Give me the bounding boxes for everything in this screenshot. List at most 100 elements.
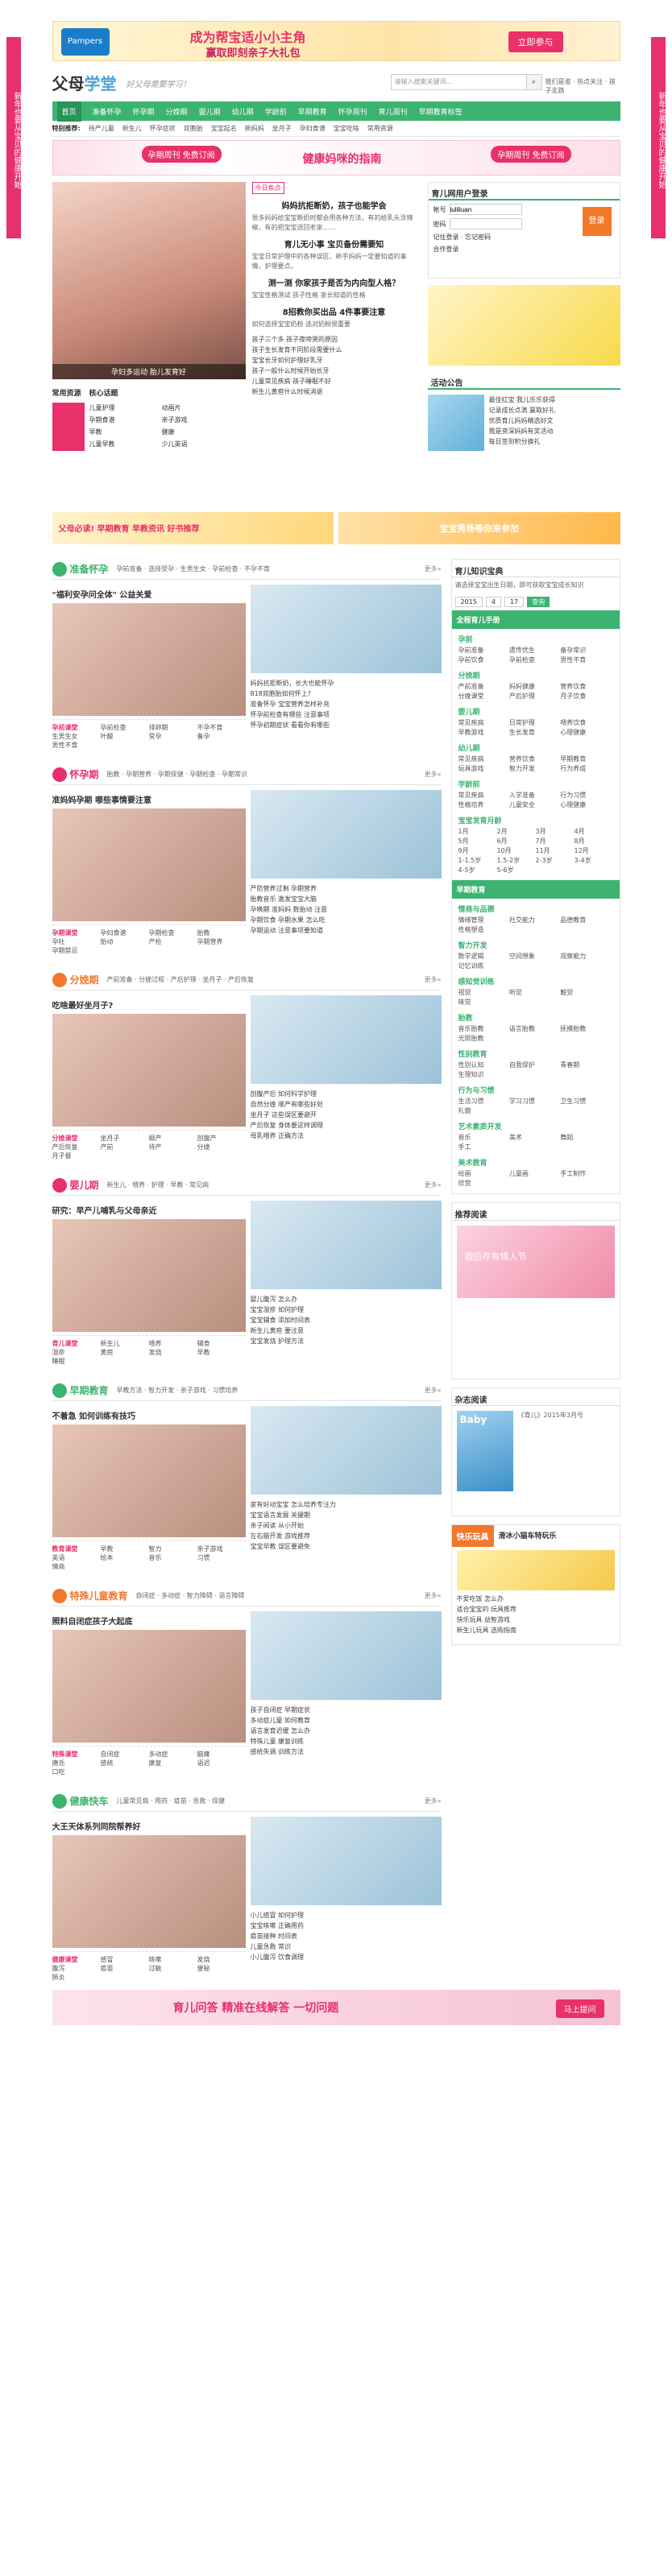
keyword-link[interactable]: 生男生女 — [52, 732, 101, 741]
month-select[interactable]: 4 — [485, 597, 501, 607]
section-title[interactable]: 健康快车 — [70, 1794, 109, 1808]
list-item[interactable]: 胎教音乐 激发宝宝大脑 — [251, 894, 442, 904]
subnav-item[interactable]: 宝宝吃啥 — [334, 124, 359, 133]
subnav-item[interactable]: 宝宝起名 — [211, 124, 237, 133]
list-item[interactable]: 准备怀孕 宝宝营养怎样补充 — [251, 699, 442, 709]
cat-heading[interactable]: 学龄前 — [458, 779, 613, 789]
quick-link[interactable]: 儿童早教 — [89, 439, 162, 451]
more-link[interactable]: 更多» — [425, 1386, 442, 1395]
section-subs[interactable]: 孕前准备 · 选择受孕 · 生男生女 · 孕前检查 · 不孕不育 — [117, 564, 271, 573]
list-item[interactable]: 宝宝长牙如何护理好乳牙 — [252, 355, 417, 366]
keyword-link[interactable]: 肺炎 — [52, 1973, 101, 1982]
cat-link[interactable]: 自我保护 — [509, 1061, 560, 1070]
cat-link[interactable]: 常见疾病 — [458, 791, 509, 800]
list-item[interactable]: 适合宝宝的 玩具推荐 — [457, 1604, 615, 1615]
section-image[interactable] — [52, 1630, 246, 1743]
nav-item[interactable]: 学龄前 — [265, 106, 287, 117]
keyword-link[interactable]: 分娩 — [197, 1143, 246, 1152]
subnav-item[interactable]: 坐月子 — [272, 124, 292, 133]
subnav-item[interactable]: 怀孕症状 — [150, 124, 176, 133]
hero-headline[interactable]: 妈妈抗拒断奶，孩子也能学会 — [252, 199, 417, 211]
subnav-item[interactable]: 待产儿童 — [89, 124, 114, 133]
age-link[interactable]: 5月 — [458, 837, 497, 846]
nav-item-home[interactable]: 首页 — [56, 101, 81, 122]
nav-item[interactable]: 早期教育 — [298, 106, 327, 117]
section-image[interactable] — [52, 1424, 246, 1537]
cat-heading[interactable]: 智力开发 — [458, 940, 613, 950]
keyword-link[interactable]: 咳嗽 — [149, 1955, 197, 1964]
age-link[interactable]: 2月 — [497, 827, 536, 837]
cat-link[interactable]: 儿童安全 — [509, 800, 560, 810]
search-icon[interactable]: ⌕ — [525, 74, 542, 90]
cat-link[interactable]: 心理健康 — [560, 728, 611, 738]
section-headline[interactable]: "福利安孕问全体" 公益关爱 — [52, 588, 246, 600]
notice-item[interactable]: 每日签到积分换礼 — [489, 436, 556, 447]
keyword-link[interactable]: 男性不育 — [52, 741, 101, 750]
cat-link[interactable]: 社交能力 — [509, 916, 560, 925]
section-image[interactable] — [52, 603, 246, 716]
list-item[interactable]: 孕期饮食 孕期水果 怎么吃 — [251, 915, 442, 925]
list-item[interactable]: 新生儿黄疸什么时候消退 — [252, 387, 417, 397]
top-banner[interactable]: Pampers 成为帮宝适小小主角 赢取即刻亲子大礼包 立即参与 — [52, 21, 620, 61]
keyword-link[interactable]: 辅食 — [197, 1339, 246, 1348]
ad-right[interactable]: 宝宝秀场等你来参加 — [338, 512, 620, 544]
more-link[interactable]: 更多» — [425, 1180, 442, 1189]
more-link[interactable]: 更多» — [425, 564, 442, 573]
list-item[interactable]: 家有好动宝宝 怎么培养专注力 — [251, 1499, 442, 1510]
dict-search-button[interactable]: 查询 — [527, 597, 550, 607]
subscribe-badge-right[interactable]: 孕期周刊 免费订阅 — [491, 146, 571, 163]
list-item[interactable]: 妈妈抗拒断奶，长大也能怀孕 — [251, 678, 442, 688]
keyword-link[interactable]: 孕期营养 — [197, 937, 246, 946]
section-subs[interactable]: 新生儿 · 喂养 · 护理 · 早教 · 常见病 — [107, 1180, 209, 1189]
cat-link[interactable]: 学习习惯 — [509, 1097, 560, 1106]
cat-heading[interactable]: 分娩期 — [458, 670, 613, 680]
cat-link[interactable]: 男性不育 — [560, 655, 611, 665]
hero-photo[interactable]: 孕妇多运动 胎儿发育好 — [52, 182, 246, 379]
keyword-link[interactable]: 胎教 — [197, 928, 246, 937]
cat-link[interactable]: 绘画 — [458, 1169, 509, 1179]
cat-link[interactable]: 手工 — [458, 1143, 509, 1152]
list-item[interactable]: 快乐玩具 益智游戏 — [457, 1615, 615, 1625]
cat-link[interactable]: 音乐 — [458, 1133, 509, 1143]
cat-link[interactable]: 青春期 — [560, 1061, 611, 1070]
notice-item[interactable]: 最佳红宝 我儿乐乐获得 — [489, 395, 556, 405]
cat-link[interactable]: 欣赏 — [458, 1179, 509, 1189]
notice-item[interactable]: 我是资深妈妈有奖活动 — [489, 426, 556, 436]
section-subs[interactable]: 胎教 · 孕期营养 · 孕期保健 · 孕期检查 · 孕期常识 — [107, 770, 248, 779]
section-subs[interactable]: 儿童常见病 · 用药 · 疫苗 · 急救 · 保健 — [117, 1797, 226, 1805]
section-image[interactable] — [52, 1835, 246, 1948]
keyword-link[interactable]: 产后恢复 — [52, 1143, 101, 1152]
list-item[interactable]: 疫苗接种 时间表 — [251, 1931, 442, 1941]
bottom-ad-cta[interactable]: 马上提问 — [555, 1999, 604, 2018]
cat-link[interactable]: 数学逻辑 — [458, 952, 509, 961]
keyword-link[interactable]: 情商 — [52, 1562, 101, 1571]
cat-heading[interactable]: 艺术素质开发 — [458, 1121, 613, 1131]
header-links[interactable]: 我们是谁 · 热点关注 · 孩子走路 — [545, 77, 620, 95]
cat-heading[interactable]: 性别教育 — [458, 1048, 613, 1059]
section-image-2[interactable] — [250, 1201, 442, 1289]
rec-image[interactable]: 婚后存有情人节 — [456, 1226, 615, 1298]
keyword-link[interactable]: 孕期禁忌 — [52, 946, 101, 955]
list-item[interactable]: 小儿感冒 如何护理 — [251, 1910, 442, 1921]
nav-item[interactable]: 怀孕期 — [133, 106, 155, 117]
more-link[interactable]: 更多» — [425, 1797, 442, 1805]
subscribe-badge-left[interactable]: 孕期周刊 免费订阅 — [141, 146, 222, 163]
other-login[interactable]: 合作登录 — [433, 245, 615, 254]
section-title[interactable]: 分娩期 — [70, 973, 99, 986]
hero-h3[interactable]: 测一测 你家孩子是否为内向型人格？ — [252, 276, 417, 288]
more-link[interactable]: 更多» — [425, 770, 442, 779]
cat-link[interactable]: 产后护理 — [509, 692, 560, 701]
list-item[interactable]: 剖腹产后 如何科学护理 — [251, 1089, 442, 1099]
age-link[interactable]: 3月 — [536, 827, 575, 837]
cat-link[interactable]: 行为养成 — [560, 764, 611, 774]
banner-cta-button[interactable]: 立即参与 — [508, 31, 563, 52]
side-ad-right[interactable]: 新年也要从宝贝的健康开始 — [651, 37, 666, 238]
cat-link[interactable]: 生活习惯 — [458, 1097, 509, 1106]
keyword-link[interactable]: 疫苗 — [101, 1964, 149, 1973]
list-item[interactable]: 宝宝语言发展 关键期 — [251, 1510, 442, 1520]
list-item[interactable]: 小儿腹泻 饮食调理 — [251, 1952, 442, 1962]
hero-h4[interactable]: 8招教你买出品 4件事要注意 — [252, 305, 417, 317]
cat-link[interactable]: 舞蹈 — [560, 1133, 611, 1143]
list-item[interactable]: 怀孕初期症状 看看你有哪些 — [251, 720, 442, 730]
keyword-link[interactable]: 孕期检查 — [149, 928, 197, 937]
